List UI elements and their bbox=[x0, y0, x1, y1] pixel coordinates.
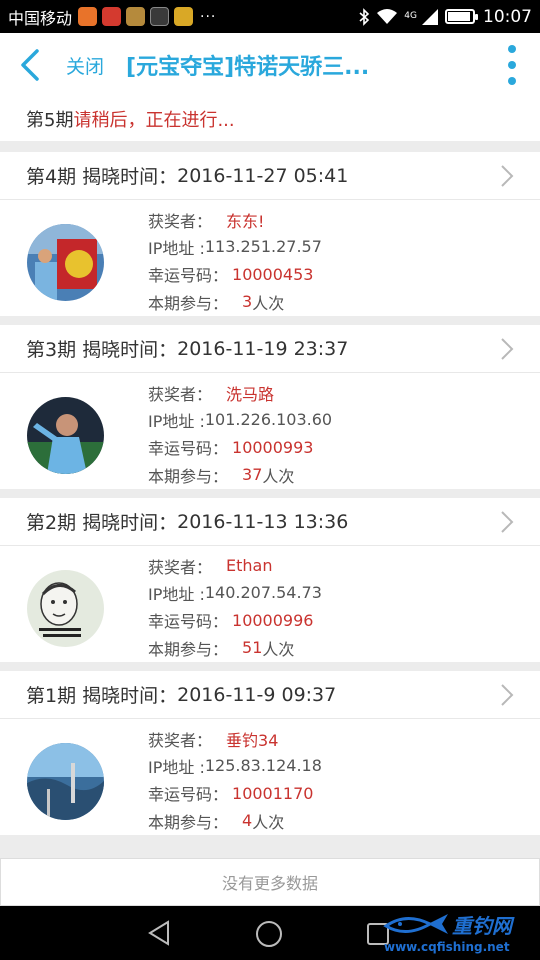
period-header[interactable]: 第3期 揭晓时间： 2016-11-19 23:37 bbox=[0, 325, 540, 373]
reveal-time-label: 揭晓时间： bbox=[82, 339, 178, 361]
winner-avatar bbox=[27, 743, 104, 820]
ip-label: IP地址 : bbox=[148, 411, 205, 431]
carrier-label: 中国移动 bbox=[8, 8, 73, 28]
winner-label: 获奖者： bbox=[148, 730, 213, 750]
winner-name: Ethan bbox=[226, 556, 273, 576]
winner-avatar bbox=[27, 224, 104, 301]
participation-count: 4 bbox=[242, 811, 253, 831]
reveal-time-value: 2016-11-27 05:41 bbox=[177, 164, 349, 187]
participation-label: 本期参与： bbox=[148, 466, 229, 486]
battery-icon bbox=[445, 9, 478, 24]
ip-value: 125.83.124.18 bbox=[204, 756, 322, 776]
participation-unit: 人次 bbox=[252, 812, 285, 832]
ip-label: IP地址 : bbox=[148, 238, 205, 258]
participation-label: 本期参与： bbox=[148, 293, 229, 313]
signal-icon bbox=[421, 8, 439, 26]
lucky-number-value: 10001170 bbox=[232, 783, 314, 803]
ip-label: IP地址 : bbox=[148, 584, 205, 604]
lucky-number-value: 10000453 bbox=[232, 264, 314, 284]
participation-unit: 人次 bbox=[252, 293, 285, 313]
participation-label: 本期参与： bbox=[148, 812, 229, 832]
ip-value: 140.207.54.73 bbox=[204, 583, 322, 603]
more-notifications-icon: ··· bbox=[200, 8, 217, 25]
lucky-number-label: 幸运号码： bbox=[148, 266, 229, 286]
current-period-label: 第5期 bbox=[26, 110, 74, 131]
period-card: 第4期 揭晓时间： 2016-11-27 05:41 获奖者： 东东! IP地址 … bbox=[0, 152, 540, 316]
period-card: 第2期 揭晓时间： 2016-11-13 13:36 获奖者： Ethan IP地… bbox=[0, 498, 540, 662]
winner-name: 垂钓34 bbox=[226, 730, 279, 750]
period-header[interactable]: 第4期 揭晓时间： 2016-11-27 05:41 bbox=[0, 152, 540, 200]
wifi-icon bbox=[376, 8, 398, 26]
winner-label: 获奖者： bbox=[148, 384, 213, 404]
nav-back-icon[interactable] bbox=[146, 920, 172, 946]
notification-app-icon bbox=[102, 7, 122, 26]
period-header[interactable]: 第1期 揭晓时间： 2016-11-9 09:37 bbox=[0, 671, 540, 719]
reveal-time-label: 揭晓时间： bbox=[82, 685, 178, 707]
ip-value: 101.226.103.60 bbox=[204, 410, 333, 430]
winner-label: 获奖者： bbox=[148, 211, 213, 231]
reveal-time-value: 2016-11-19 23:37 bbox=[177, 337, 349, 360]
watermark: 重钓网 www.cqfishing.net bbox=[382, 910, 534, 956]
winner-name: 洗马路 bbox=[226, 384, 275, 404]
app-header: 关闭 [元宝夺宝]特诺天骄三... bbox=[0, 33, 540, 97]
fish-logo-icon bbox=[383, 914, 448, 934]
watermark-url: www.cqfishing.net bbox=[384, 940, 510, 954]
page-title: [元宝夺宝]特诺天骄三... bbox=[126, 55, 370, 80]
period-body: 获奖者： 洗马路 IP地址 : 101.226.103.60 幸运号码： 10000… bbox=[0, 373, 540, 489]
period-body: 获奖者： 东东! IP地址 : 113.251.27.57 幸运号码： 100004… bbox=[0, 200, 540, 316]
participation-unit: 人次 bbox=[262, 639, 295, 659]
period-card: 第1期 揭晓时间： 2016-11-9 09:37 获奖者： 垂钓34 IP地址 … bbox=[0, 671, 540, 835]
winner-name: 东东! bbox=[226, 211, 265, 231]
winner-avatar bbox=[27, 570, 104, 647]
navigation-bar: 重钓网 www.cqfishing.net bbox=[0, 906, 540, 960]
participation-count: 3 bbox=[242, 292, 253, 312]
more-menu-icon[interactable] bbox=[502, 45, 522, 85]
no-more-data-label: 没有更多数据 bbox=[0, 858, 540, 906]
lucky-number-label: 幸运号码： bbox=[148, 612, 229, 632]
period-label: 第1期 bbox=[26, 685, 77, 707]
lucky-number-label: 幸运号码： bbox=[148, 785, 229, 805]
period-label: 第4期 bbox=[26, 166, 77, 188]
period-header[interactable]: 第2期 揭晓时间： 2016-11-13 13:36 bbox=[0, 498, 540, 546]
ip-label: IP地址 : bbox=[148, 757, 205, 777]
clock: 10:07 bbox=[483, 6, 532, 27]
status-bar: 中国移动 ··· 4G 10:07 bbox=[0, 0, 540, 33]
lucky-number-value: 10000993 bbox=[232, 437, 314, 457]
current-period-row: 第5期 请稍后，正在进行... bbox=[0, 97, 540, 141]
bluetooth-icon bbox=[358, 7, 370, 26]
reveal-time-value: 2016-11-9 09:37 bbox=[177, 683, 337, 706]
current-status: 请稍后，正在进行... bbox=[73, 110, 235, 131]
back-arrow-icon[interactable] bbox=[4, 33, 56, 97]
lucky-number-label: 幸运号码： bbox=[148, 439, 229, 459]
reveal-time-label: 揭晓时间： bbox=[82, 166, 178, 188]
ip-value: 113.251.27.57 bbox=[204, 237, 322, 257]
network-type-label: 4G bbox=[404, 11, 417, 21]
battery-level bbox=[448, 12, 470, 21]
chevron-right-icon[interactable] bbox=[494, 337, 518, 361]
chevron-right-icon[interactable] bbox=[494, 164, 518, 188]
chevron-right-icon[interactable] bbox=[494, 683, 518, 707]
period-label: 第3期 bbox=[26, 339, 77, 361]
chevron-right-icon[interactable] bbox=[494, 510, 518, 534]
period-body: 获奖者： Ethan IP地址 : 140.207.54.73 幸运号码： 1000… bbox=[0, 546, 540, 662]
notification-app-icon bbox=[126, 7, 146, 26]
period-label: 第2期 bbox=[26, 512, 77, 534]
period-card: 第3期 揭晓时间： 2016-11-19 23:37 获奖者： 洗马路 IP地址 … bbox=[0, 325, 540, 489]
notification-app-icon bbox=[174, 7, 194, 26]
reveal-time-label: 揭晓时间： bbox=[82, 512, 178, 534]
close-button[interactable]: 关闭 bbox=[66, 52, 104, 79]
reveal-time-value: 2016-11-13 13:36 bbox=[177, 510, 349, 533]
winner-label: 获奖者： bbox=[148, 557, 213, 577]
watermark-name: 重钓网 bbox=[452, 914, 512, 938]
winner-avatar bbox=[27, 397, 104, 474]
notification-app-icon bbox=[150, 7, 170, 26]
notification-app-icon bbox=[78, 7, 98, 26]
nav-home-icon[interactable] bbox=[255, 920, 283, 948]
participation-label: 本期参与： bbox=[148, 639, 229, 659]
participation-count: 37 bbox=[242, 465, 263, 485]
participation-unit: 人次 bbox=[262, 466, 295, 486]
period-body: 获奖者： 垂钓34 IP地址 : 125.83.124.18 幸运号码： 10001… bbox=[0, 719, 540, 835]
participation-count: 51 bbox=[242, 638, 263, 658]
lucky-number-value: 10000996 bbox=[232, 610, 314, 630]
